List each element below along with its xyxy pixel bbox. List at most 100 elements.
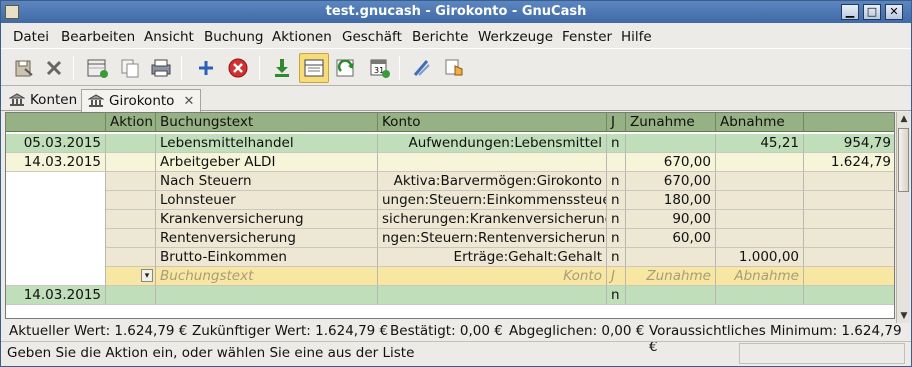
cell-decrease[interactable] <box>716 229 804 248</box>
cell-reconcile[interactable]: n <box>607 286 626 305</box>
header-balance[interactable] <box>804 113 894 132</box>
cell-account[interactable]: Erträge:Gehalt:Gehalt <box>378 248 607 267</box>
cell-reconcile[interactable]: n <box>607 134 626 153</box>
menu-datei[interactable]: Datei <box>13 29 49 45</box>
blank-transaction-icon[interactable] <box>332 53 362 83</box>
print-icon[interactable] <box>146 53 176 83</box>
table-row-selected[interactable]: 14.03.2015 Arbeitgeber ALDI 670,00 1.624… <box>6 153 894 172</box>
maximize-button[interactable]: □ <box>863 4 881 20</box>
cell-increase[interactable] <box>626 134 716 153</box>
split-row[interactable]: Nach Steuern Aktiva:Barvermögen:Girokont… <box>6 172 894 191</box>
menu-geschaeft[interactable]: Geschäft <box>342 29 402 45</box>
cell-reconcile[interactable]: n <box>607 191 626 210</box>
jump-icon[interactable] <box>439 53 469 83</box>
cell-memo[interactable]: Nach Steuern <box>156 172 378 191</box>
cell-action[interactable] <box>106 210 156 229</box>
tab-konten[interactable]: Konten <box>3 89 83 111</box>
menu-hilfe[interactable]: Hilfe <box>621 29 652 45</box>
cell-reconcile[interactable]: n <box>607 248 626 267</box>
cell-increase[interactable]: 180,00 <box>626 191 716 210</box>
split-row[interactable]: Rentenversicherung ngen:Steuern:Rentenve… <box>6 229 894 248</box>
cell-action[interactable] <box>106 191 156 210</box>
reconcile-input[interactable]: J <box>607 267 626 286</box>
cell-decrease[interactable] <box>716 191 804 210</box>
menu-bearbeiten[interactable]: Bearbeiten <box>61 29 135 45</box>
cell-memo[interactable]: Rentenversicherung <box>156 229 378 248</box>
tab-girokonto[interactable]: Girokonto ✕ <box>81 89 202 112</box>
close-icon[interactable] <box>39 53 69 83</box>
dropdown-arrow-icon[interactable]: ▾ <box>141 269 153 282</box>
cell-increase[interactable]: 670,00 <box>626 172 716 191</box>
cell-decrease[interactable] <box>716 172 804 191</box>
cell-date[interactable]: 14.03.2015 <box>6 153 106 172</box>
tab-close-icon[interactable]: ✕ <box>183 94 194 109</box>
menu-fenster[interactable]: Fenster <box>562 29 612 45</box>
delete-icon[interactable] <box>223 53 253 83</box>
header-date[interactable] <box>6 113 106 132</box>
scroll-up-arrow-icon[interactable]: ▲ <box>897 112 911 126</box>
cell-increase[interactable]: 670,00 <box>626 153 716 172</box>
cell-description[interactable] <box>156 286 378 305</box>
scrollbar-thumb[interactable] <box>898 128 909 192</box>
header-account[interactable]: Konto <box>378 113 607 132</box>
cell-date[interactable]: 14.03.2015 <box>6 286 106 305</box>
schedule-icon[interactable]: 31 <box>365 53 395 83</box>
header-description[interactable]: Buchungstext <box>156 113 378 132</box>
decrease-input[interactable]: Abnahme <box>716 267 804 286</box>
cell-increase[interactable]: 90,00 <box>626 210 716 229</box>
cell-action[interactable] <box>106 153 156 172</box>
cell-decrease[interactable]: 1.000,00 <box>716 248 804 267</box>
cell-account[interactable] <box>378 153 607 172</box>
cell-account[interactable]: sicherungen:Krankenversicherung <box>378 210 607 229</box>
menu-ansicht[interactable]: Ansicht <box>144 29 194 45</box>
increase-input[interactable]: Zunahme <box>626 267 716 286</box>
cell-account[interactable]: Aufwendungen:Lebensmittel <box>378 134 607 153</box>
cell-memo[interactable]: Brutto-Einkommen <box>156 248 378 267</box>
cell-reconcile[interactable] <box>607 153 626 172</box>
cell-account[interactable]: ngen:Steuern:Rentenversicherung <box>378 229 607 248</box>
split-row[interactable]: Krankenversicherung sicherungen:Krankenv… <box>6 210 894 229</box>
cell-action[interactable] <box>106 229 156 248</box>
cell-action[interactable] <box>106 286 156 305</box>
new-account-icon[interactable] <box>83 53 113 83</box>
register-scrollbar[interactable]: ▲ ▼ <box>896 112 910 323</box>
menu-werkzeuge[interactable]: Werkzeuge <box>478 29 553 45</box>
header-decrease[interactable]: Abnahme <box>716 113 804 132</box>
cell-memo[interactable]: Lohnsteuer <box>156 191 378 210</box>
cell-action[interactable] <box>106 172 156 191</box>
minimize-button[interactable]: ▁ <box>841 4 859 20</box>
cell-description[interactable]: Lebensmittelhandel <box>156 134 378 153</box>
cell-date[interactable]: 05.03.2015 <box>6 134 106 153</box>
split-view-icon[interactable] <box>299 53 329 83</box>
transfer-icon[interactable] <box>407 53 437 83</box>
blank-transaction-row[interactable]: 14.03.2015 n <box>6 286 894 305</box>
split-row[interactable]: Brutto-Einkommen Erträge:Gehalt:Gehalt n… <box>6 248 894 267</box>
cell-decrease[interactable] <box>716 210 804 229</box>
split-row[interactable]: Lohnsteuer ungen:Steuern:Einkommenssteue… <box>6 191 894 210</box>
menu-berichte[interactable]: Berichte <box>412 29 468 45</box>
menu-buchung[interactable]: Buchung <box>204 29 263 45</box>
cell-account[interactable]: Aktiva:Barvermögen:Girokonto <box>378 172 607 191</box>
cell-reconcile[interactable]: n <box>607 210 626 229</box>
cell-reconcile[interactable]: n <box>607 172 626 191</box>
enter-icon[interactable] <box>267 53 297 83</box>
cell-account[interactable]: ungen:Steuern:Einkommenssteuer <box>378 191 607 210</box>
duplicate-icon[interactable] <box>115 53 145 83</box>
action-combo[interactable]: ▾ <box>106 267 156 286</box>
split-entry-row[interactable]: ▾ Buchungstext Konto J Zunahme Abnahme <box>6 267 894 286</box>
cell-action[interactable] <box>106 248 156 267</box>
cell-increase[interactable]: 60,00 <box>626 229 716 248</box>
header-reconcile[interactable]: J <box>607 113 626 132</box>
cell-decrease[interactable] <box>716 286 804 305</box>
close-window-button[interactable]: ✕ <box>885 4 903 20</box>
cell-increase[interactable] <box>626 248 716 267</box>
cell-memo[interactable]: Krankenversicherung <box>156 210 378 229</box>
cell-description[interactable]: Arbeitgeber ALDI <box>156 153 378 172</box>
memo-input[interactable]: Buchungstext <box>156 267 378 286</box>
account-input[interactable]: Konto <box>378 267 607 286</box>
save-icon[interactable] <box>9 53 39 83</box>
header-action[interactable]: Aktion <box>106 113 156 132</box>
header-increase[interactable]: Zunahme <box>626 113 716 132</box>
menu-aktionen[interactable]: Aktionen <box>272 29 332 45</box>
add-icon[interactable] <box>191 53 221 83</box>
